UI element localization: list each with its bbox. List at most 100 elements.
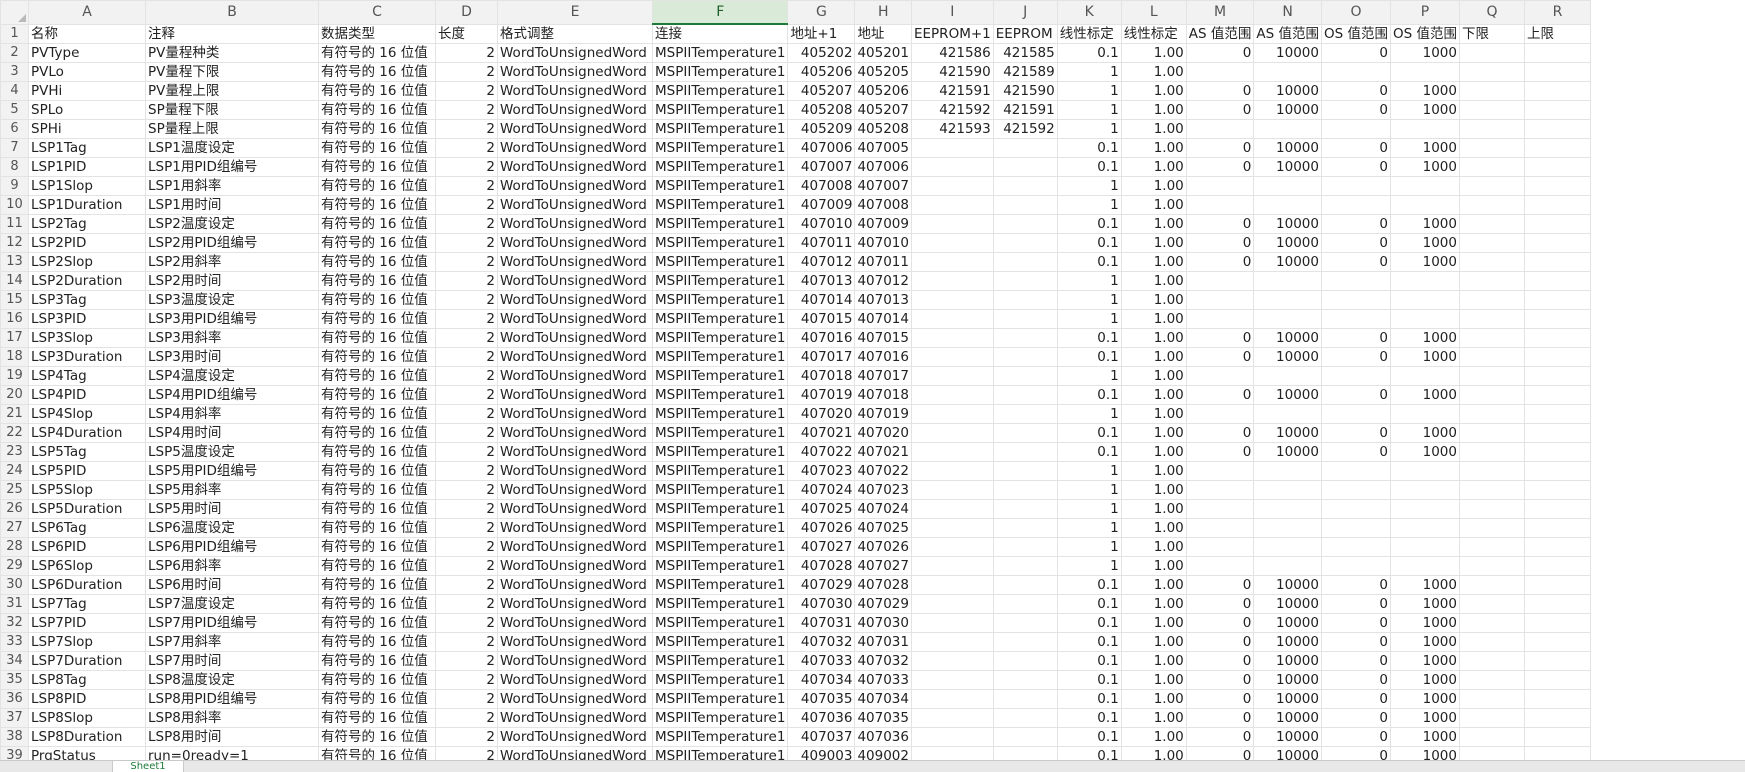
cell-c16[interactable]: 有符号的 16 位值	[318, 309, 436, 329]
cell-e13[interactable]: WordToUnsignedWord	[497, 252, 653, 272]
cell-f25[interactable]: MSPIITemperature1	[651, 480, 789, 500]
cell-f12[interactable]: MSPIITemperature1	[651, 233, 789, 253]
cell-b5[interactable]: SP量程下限	[145, 100, 319, 120]
cell-k3[interactable]: 1	[1056, 62, 1122, 82]
cell-m1[interactable]: AS 值范围	[1185, 23, 1255, 44]
cell-r23[interactable]	[1523, 442, 1591, 462]
cell-g4[interactable]: 405207	[787, 81, 856, 101]
cell-q14[interactable]	[1458, 271, 1525, 291]
cell-o16[interactable]	[1320, 309, 1391, 329]
cell-k37[interactable]: 0.1	[1056, 708, 1122, 728]
cell-b36[interactable]: LSP8用PID组编号	[145, 689, 319, 709]
cell-m20[interactable]: 0	[1185, 385, 1255, 405]
cell-p23[interactable]: 1000	[1389, 442, 1460, 462]
cell-c19[interactable]: 有符号的 16 位值	[318, 366, 436, 386]
cell-f19[interactable]: MSPIITemperature1	[651, 366, 789, 386]
cell-l27[interactable]: 1.00	[1120, 518, 1187, 538]
cell-d4[interactable]: 2	[435, 81, 498, 101]
cell-m8[interactable]: 0	[1185, 157, 1255, 177]
cell-k17[interactable]: 0.1	[1056, 328, 1122, 348]
cell-g28[interactable]: 407027	[787, 537, 856, 557]
cell-n12[interactable]: 10000	[1253, 233, 1322, 253]
cell-q1[interactable]: 下限	[1458, 23, 1525, 44]
cell-a6[interactable]: SPHi	[28, 119, 146, 139]
row-header[interactable]: 5	[0, 100, 29, 120]
cell-i37[interactable]	[910, 708, 994, 728]
cell-o27[interactable]	[1320, 518, 1391, 538]
cell-c26[interactable]: 有符号的 16 位值	[318, 499, 436, 519]
cell-o19[interactable]	[1320, 366, 1391, 386]
cell-n29[interactable]	[1253, 556, 1322, 576]
cell-r19[interactable]	[1523, 366, 1591, 386]
cell-e7[interactable]: WordToUnsignedWord	[497, 138, 653, 158]
cell-q28[interactable]	[1458, 537, 1525, 557]
cell-e12[interactable]: WordToUnsignedWord	[497, 233, 653, 253]
cell-p34[interactable]: 1000	[1389, 651, 1460, 671]
column-header-b[interactable]: B	[145, 0, 319, 25]
cell-b34[interactable]: LSP7用时间	[145, 651, 319, 671]
cell-b13[interactable]: LSP2用斜率	[145, 252, 319, 272]
cell-r24[interactable]	[1523, 461, 1591, 481]
column-header-f[interactable]: F	[651, 0, 789, 25]
cell-h4[interactable]: 405206	[854, 81, 912, 101]
cell-e24[interactable]: WordToUnsignedWord	[497, 461, 653, 481]
cell-o34[interactable]: 0	[1320, 651, 1391, 671]
cell-g38[interactable]: 407037	[787, 727, 856, 747]
cell-d32[interactable]: 2	[435, 613, 498, 633]
cell-e39[interactable]: WordToUnsignedWord	[497, 746, 653, 760]
cell-g9[interactable]: 407008	[787, 176, 856, 196]
cell-r1[interactable]: 上限	[1523, 23, 1591, 44]
cell-g29[interactable]: 407028	[787, 556, 856, 576]
cell-d20[interactable]: 2	[435, 385, 498, 405]
cell-n8[interactable]: 10000	[1253, 157, 1322, 177]
cell-m34[interactable]: 0	[1185, 651, 1255, 671]
cell-l28[interactable]: 1.00	[1120, 537, 1187, 557]
cell-b26[interactable]: LSP5用时间	[145, 499, 319, 519]
cell-d8[interactable]: 2	[435, 157, 498, 177]
cell-h2[interactable]: 405201	[854, 43, 912, 63]
cell-r28[interactable]	[1523, 537, 1591, 557]
cell-l31[interactable]: 1.00	[1120, 594, 1187, 614]
cell-n22[interactable]: 10000	[1253, 423, 1322, 443]
cell-a20[interactable]: LSP4PID	[28, 385, 146, 405]
cell-m31[interactable]: 0	[1185, 594, 1255, 614]
cell-k29[interactable]: 1	[1056, 556, 1122, 576]
row-header[interactable]: 37	[0, 708, 29, 728]
cell-r9[interactable]	[1523, 176, 1591, 196]
cell-e35[interactable]: WordToUnsignedWord	[497, 670, 653, 690]
row-header[interactable]: 39	[0, 746, 29, 760]
cell-b35[interactable]: LSP8温度设定	[145, 670, 319, 690]
cell-q5[interactable]	[1458, 100, 1525, 120]
cell-k28[interactable]: 1	[1056, 537, 1122, 557]
column-header-d[interactable]: D	[435, 0, 498, 25]
cell-g1[interactable]: 地址+1	[787, 23, 856, 44]
cell-f4[interactable]: MSPIITemperature1	[651, 81, 789, 101]
cell-g27[interactable]: 407026	[787, 518, 856, 538]
row-header[interactable]: 1	[0, 23, 29, 44]
cell-p35[interactable]: 1000	[1389, 670, 1460, 690]
cell-i19[interactable]	[910, 366, 994, 386]
cell-l19[interactable]: 1.00	[1120, 366, 1187, 386]
cell-l11[interactable]: 1.00	[1120, 214, 1187, 234]
cell-h21[interactable]: 407019	[854, 404, 912, 424]
cell-h24[interactable]: 407022	[854, 461, 912, 481]
cell-f22[interactable]: MSPIITemperature1	[651, 423, 789, 443]
cell-c4[interactable]: 有符号的 16 位值	[318, 81, 436, 101]
cell-m33[interactable]: 0	[1185, 632, 1255, 652]
cell-e33[interactable]: WordToUnsignedWord	[497, 632, 653, 652]
cell-m29[interactable]	[1185, 556, 1255, 576]
cell-f29[interactable]: MSPIITemperature1	[651, 556, 789, 576]
cell-h26[interactable]: 407024	[854, 499, 912, 519]
cell-h28[interactable]: 407026	[854, 537, 912, 557]
cell-i25[interactable]	[910, 480, 994, 500]
cell-c30[interactable]: 有符号的 16 位值	[318, 575, 436, 595]
cell-n34[interactable]: 10000	[1253, 651, 1322, 671]
cell-m37[interactable]: 0	[1185, 708, 1255, 728]
cell-g15[interactable]: 407014	[787, 290, 856, 310]
cell-o29[interactable]	[1320, 556, 1391, 576]
cell-c14[interactable]: 有符号的 16 位值	[318, 271, 436, 291]
cell-p15[interactable]	[1389, 290, 1460, 310]
cell-b18[interactable]: LSP3用时间	[145, 347, 319, 367]
cell-h13[interactable]: 407011	[854, 252, 912, 272]
cell-a21[interactable]: LSP4Slop	[28, 404, 146, 424]
